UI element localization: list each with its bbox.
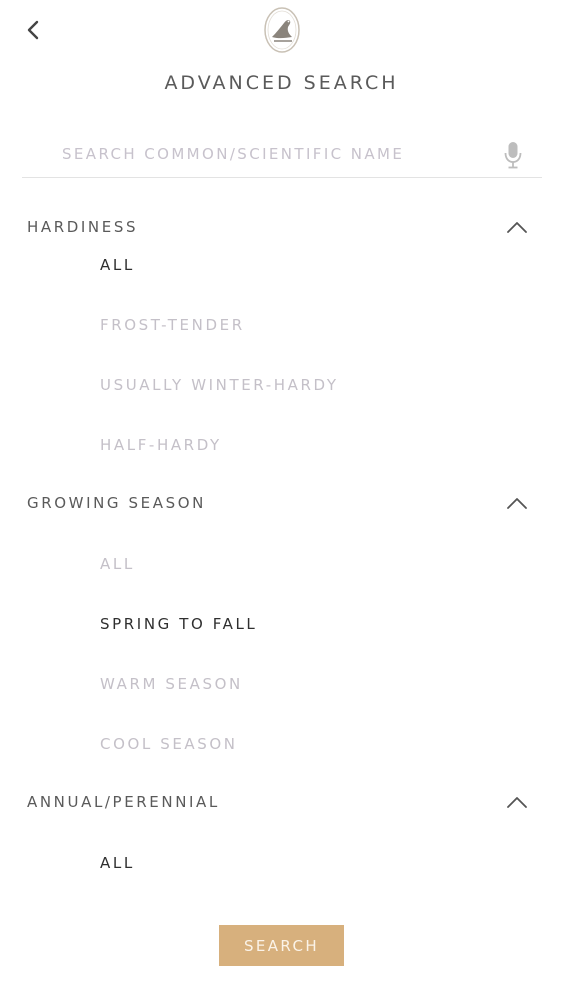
- search-button[interactable]: SEARCH: [219, 925, 344, 966]
- option-half-hardy[interactable]: HALF-HARDY: [100, 436, 222, 454]
- microphone-icon[interactable]: [502, 140, 524, 170]
- search-bar: [22, 130, 542, 178]
- back-button[interactable]: [18, 14, 48, 46]
- chevron-up-icon[interactable]: [505, 495, 529, 511]
- search-input[interactable]: [62, 142, 482, 166]
- option-usually-winter-hardy[interactable]: USUALLY WINTER-HARDY: [100, 376, 339, 394]
- section-header-growing-season[interactable]: GROWING SEASON: [27, 489, 537, 519]
- section-header-hardiness[interactable]: HARDINESS: [27, 213, 537, 243]
- bird-logo-icon: [264, 7, 300, 53]
- option-hardiness-all[interactable]: ALL: [100, 256, 135, 274]
- chevron-up-icon[interactable]: [505, 794, 529, 810]
- section-title: ANNUAL/PERENNIAL: [27, 793, 220, 811]
- chevron-up-icon[interactable]: [505, 219, 529, 235]
- section-header-annual-perennial[interactable]: ANNUAL/PERENNIAL: [27, 788, 537, 818]
- option-growing-season-all[interactable]: ALL: [100, 555, 135, 573]
- option-frost-tender[interactable]: FROST-TENDER: [100, 316, 245, 334]
- option-warm-season[interactable]: WARM SEASON: [100, 675, 243, 693]
- page-title: ADVANCED SEARCH: [164, 72, 399, 94]
- section-title: GROWING SEASON: [27, 494, 206, 512]
- option-cool-season[interactable]: COOL SEASON: [100, 735, 238, 753]
- option-spring-to-fall[interactable]: SPRING TO FALL: [100, 615, 257, 633]
- option-annual-perennial-all[interactable]: ALL: [100, 854, 135, 872]
- section-title: HARDINESS: [27, 218, 139, 236]
- chevron-left-icon: [27, 20, 39, 40]
